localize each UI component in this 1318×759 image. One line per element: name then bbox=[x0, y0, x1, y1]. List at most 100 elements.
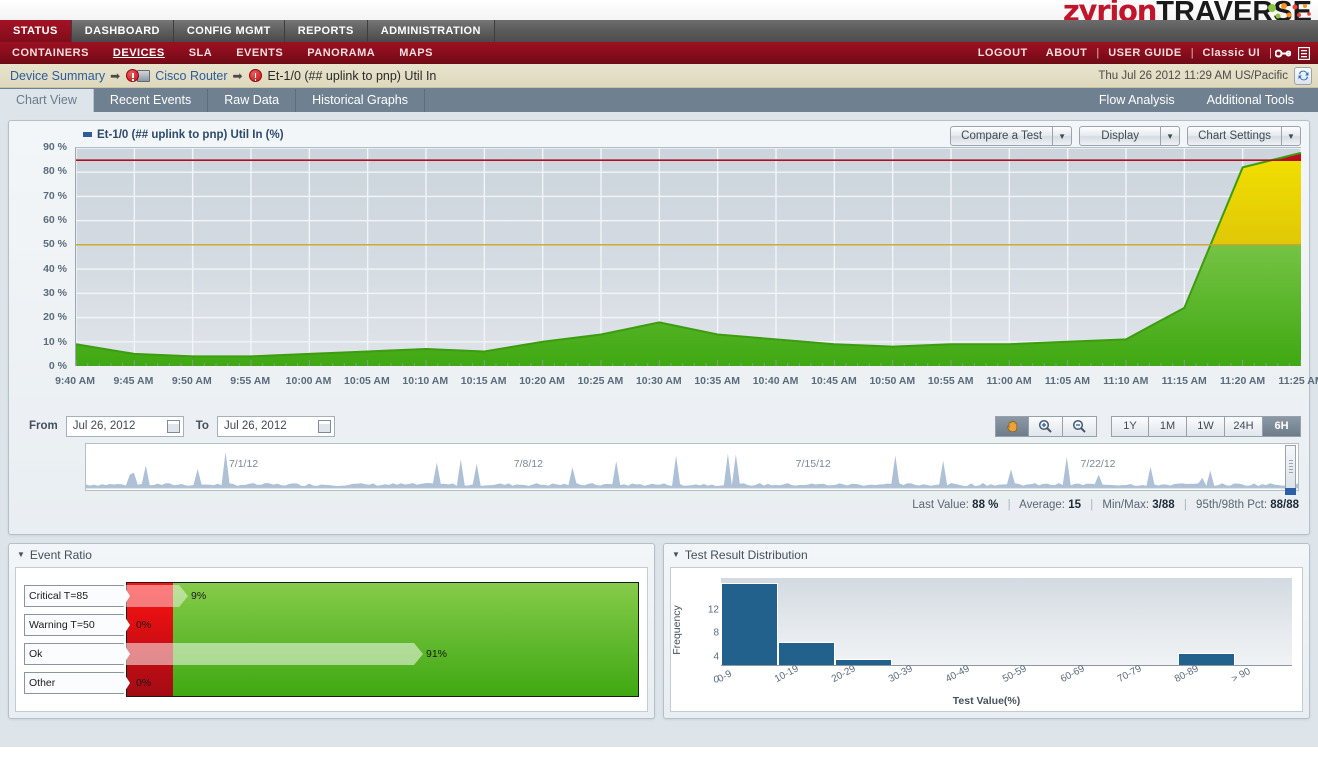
navigator-handle-grip[interactable] bbox=[1285, 488, 1296, 495]
y-tick-20: 20 % bbox=[43, 311, 67, 324]
tab-recent-events[interactable]: Recent Events bbox=[94, 89, 209, 112]
user-guide-link[interactable]: USER GUIDE bbox=[1099, 47, 1190, 59]
classic-ui-link[interactable]: Classic UI bbox=[1194, 47, 1270, 59]
tab-additional-tools[interactable]: Additional Tools bbox=[1191, 89, 1310, 112]
device-icon bbox=[137, 69, 151, 82]
to-date-input[interactable]: Jul 26, 2012 bbox=[216, 415, 335, 437]
navigator-date-0: 7/1/12 bbox=[228, 458, 259, 470]
x-tick-5: 10:05 AM bbox=[344, 375, 390, 387]
average-label: Average: bbox=[1019, 499, 1065, 511]
x-tick-7: 10:15 AM bbox=[460, 375, 507, 387]
from-calendar-icon[interactable] bbox=[166, 419, 180, 433]
test-distribution-header[interactable]: ▼ Test Result Distribution bbox=[664, 544, 1309, 565]
pan-hand-icon[interactable] bbox=[995, 415, 1029, 437]
x-tick-0: 9:40 AM bbox=[55, 375, 95, 387]
compare-a-test-button[interactable]: Compare a Test bbox=[950, 126, 1054, 146]
event-ratio-percent: 0% bbox=[136, 619, 152, 632]
breadcrumb-cisco-router[interactable]: Cisco Router bbox=[155, 69, 227, 83]
stat-divider-2: | bbox=[1090, 499, 1094, 511]
pan-zoom-group bbox=[995, 415, 1097, 437]
collapse-caret-icon[interactable]: ▼ bbox=[672, 550, 680, 559]
y-tick-80: 80 % bbox=[43, 165, 67, 178]
main-nav-administration[interactable]: ADMINISTRATION bbox=[367, 20, 495, 42]
event-ratio-percent: 0% bbox=[136, 676, 152, 689]
main-nav-status[interactable]: STATUS bbox=[0, 20, 72, 42]
x-tick-2: 9:50 AM bbox=[171, 375, 212, 387]
tab-flow-analysis[interactable]: Flow Analysis bbox=[1083, 89, 1191, 112]
separator-3: | bbox=[1269, 47, 1272, 59]
account-links: LOGOUT ABOUT | USER GUIDE | Classic UI | bbox=[969, 46, 1314, 60]
event-ratio-label: Ok bbox=[24, 642, 130, 665]
collapse-caret-icon[interactable]: ▼ bbox=[17, 550, 25, 559]
event-ratio-header[interactable]: ▼ Event Ratio bbox=[9, 544, 654, 565]
clock-bar: Thu Jul 26 2012 11:29 AM US/Pacific bbox=[1098, 66, 1312, 85]
chart-toolbar: Compare a Test ▼ Display ▼ Chart Setting… bbox=[950, 126, 1301, 146]
page-body: Et-1/0 (## uplink to pnp) Util In (%) Co… bbox=[0, 112, 1318, 747]
range-button-1w[interactable]: 1W bbox=[1187, 415, 1225, 437]
histogram-y-ticks: 0 4 8 12 bbox=[693, 582, 719, 685]
refresh-icon[interactable] bbox=[1294, 66, 1312, 85]
compare-a-test-chevron-down-icon[interactable]: ▼ bbox=[1053, 126, 1073, 146]
navigator-date-2: 7/15/12 bbox=[795, 458, 831, 470]
x-tick-12: 10:40 AM bbox=[752, 375, 799, 387]
x-tick-17: 11:05 AM bbox=[1044, 375, 1091, 387]
sub-nav-devices[interactable]: DEVICES bbox=[101, 47, 177, 59]
x-tick-3: 9:55 AM bbox=[230, 375, 271, 387]
stat-divider-3: | bbox=[1183, 499, 1187, 511]
logout-link[interactable]: LOGOUT bbox=[969, 47, 1037, 59]
last-value: 88 % bbox=[972, 499, 999, 511]
time-range-group: 1Y 1M 1W 24H 6H bbox=[1111, 415, 1301, 437]
logo-bar: zyrionTRAVERSE DATACENTER bbox=[0, 0, 1318, 36]
to-calendar-icon[interactable] bbox=[317, 419, 331, 433]
main-nav-config-mgmt[interactable]: CONFIG MGMT bbox=[173, 20, 285, 42]
range-button-1y[interactable]: 1Y bbox=[1111, 415, 1149, 437]
range-button-1m[interactable]: 1M bbox=[1149, 415, 1187, 437]
zoom-in-icon[interactable] bbox=[1029, 415, 1063, 437]
x-tick-19: 11:15 AM bbox=[1161, 375, 1207, 387]
area-series-svg bbox=[75, 147, 1302, 367]
sub-nav-maps[interactable]: MAPS bbox=[387, 47, 445, 59]
breadcrumb-device-summary[interactable]: Device Summary bbox=[10, 69, 105, 83]
bottom-panels: ▼ Event Ratio Critical T=85 9% Warning T=5… bbox=[8, 543, 1310, 719]
event-ratio-title: Event Ratio bbox=[29, 547, 92, 562]
stat-divider-1: | bbox=[1007, 499, 1011, 511]
sub-nav-events[interactable]: EVENTS bbox=[224, 47, 295, 59]
sub-nav-sla[interactable]: SLA bbox=[177, 47, 225, 59]
y-axis-labels: 0 % 10 % 20 % 30 % 40 % 50 % 60 % 70 % 80 % 90 % bbox=[17, 141, 71, 372]
view-tab-row: Chart View Recent Events Raw Data Historica… bbox=[0, 88, 1318, 112]
range-button-24h[interactable]: 24H bbox=[1225, 415, 1263, 437]
x-tick-1: 9:45 AM bbox=[113, 375, 154, 387]
sub-nav-panorama[interactable]: PANORAMA bbox=[295, 47, 387, 59]
plot-area[interactable] bbox=[75, 147, 1302, 367]
event-ratio-bar bbox=[124, 642, 423, 665]
main-nav-dashboard[interactable]: DASHBOARD bbox=[71, 20, 174, 42]
alert-badge-test bbox=[248, 69, 262, 82]
histogram-x-axis-label: Test Value(%) bbox=[952, 695, 1021, 707]
x-tick-4: 10:00 AM bbox=[285, 375, 332, 387]
tab-raw-data[interactable]: Raw Data bbox=[208, 89, 297, 112]
test-distribution-body: Frequency 0 4 8 12 0-9 10-19 20-29 30-39 40-49 5… bbox=[670, 567, 1303, 712]
event-ratio-label: Other bbox=[24, 671, 130, 694]
about-link[interactable]: ABOUT bbox=[1037, 47, 1097, 59]
minmax-label: Min/Max: bbox=[1102, 499, 1150, 511]
chart-navigator[interactable]: 7/1/12 7/8/12 7/15/12 7/22/12 bbox=[85, 443, 1299, 495]
range-button-6h[interactable]: 6H bbox=[1263, 415, 1301, 437]
from-date-input[interactable]: Jul 26, 2012 bbox=[65, 415, 184, 437]
main-nav-reports[interactable]: REPORTS bbox=[284, 20, 368, 42]
minmax-value: 3/88 bbox=[1152, 499, 1175, 511]
tab-historical-graphs[interactable]: Historical Graphs bbox=[296, 89, 425, 112]
zoom-out-icon[interactable] bbox=[1063, 415, 1097, 437]
event-ratio-label: Critical T=85 bbox=[24, 585, 130, 608]
display-chevron-down-icon[interactable]: ▼ bbox=[1161, 126, 1181, 146]
sub-nav-containers[interactable]: CONTAINERS bbox=[0, 47, 101, 59]
chart-settings-chevron-down-icon[interactable]: ▼ bbox=[1282, 126, 1301, 146]
y-tick-10: 10 % bbox=[43, 335, 67, 348]
tab-chart-view[interactable]: Chart View bbox=[0, 89, 94, 112]
y-tick-70: 70 % bbox=[43, 189, 67, 202]
navigator-right-handle[interactable] bbox=[1285, 445, 1296, 489]
display-button[interactable]: Display bbox=[1079, 126, 1162, 146]
event-ratio-row: Ok 91% bbox=[24, 642, 639, 665]
key-icon[interactable] bbox=[1274, 46, 1291, 60]
list-icon[interactable] bbox=[1295, 46, 1312, 60]
chart-settings-button[interactable]: Chart Settings bbox=[1187, 126, 1282, 146]
